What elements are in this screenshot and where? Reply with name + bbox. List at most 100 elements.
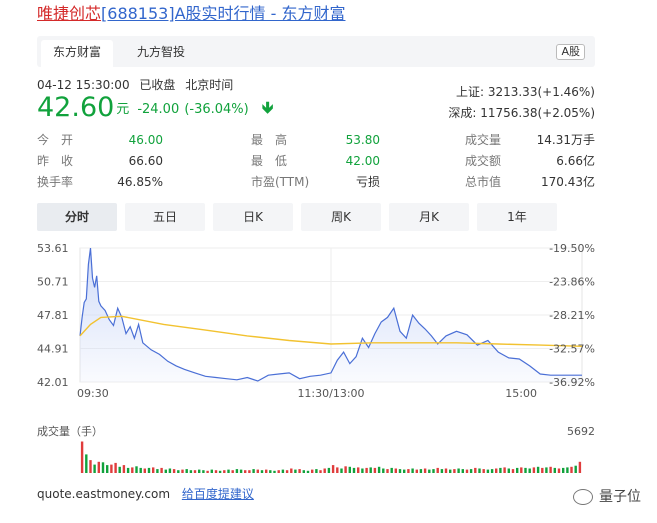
watermark-text: 量子位	[599, 489, 641, 505]
volume-bar	[352, 467, 356, 473]
stat-amount-label: 成交额	[465, 154, 502, 168]
stats-grid: 今 开 46.00 最 高 53.80 成交量 14.31万手 昨 收 66.6…	[37, 130, 595, 193]
stats-row: 昨 收 66.60 最 低 42.00 成交额 6.66亿	[37, 151, 595, 172]
feedback-link[interactable]: 给百度提建议	[182, 487, 254, 501]
volume-bar	[160, 467, 163, 473]
volume-bar	[478, 468, 481, 473]
price-change: -24.00	[137, 102, 180, 117]
timezone-label: 北京时间	[185, 78, 234, 92]
period-tab-monthly[interactable]: 月K	[389, 203, 469, 231]
volume-bar	[553, 467, 556, 473]
volume-bar	[202, 470, 205, 473]
y-tick-label: 50.71	[37, 276, 69, 289]
volume-bar	[114, 462, 117, 473]
volume-bar	[147, 467, 151, 473]
volume-bar	[365, 467, 368, 473]
stat-low-value: 42.00	[345, 154, 380, 168]
volume-bar	[415, 469, 418, 473]
volume-bar	[110, 464, 113, 473]
index-shanghai[interactable]: 上证: 3213.33(+1.46%)	[456, 83, 595, 100]
price-unit: 元	[116, 102, 130, 117]
volume-bar	[407, 469, 410, 473]
page-title[interactable]: 唯捷创芯[688153]A股实时行情 - 东方财富	[37, 4, 345, 24]
quote-timeline: 04-12 15:30:00 已收盘 北京时间	[37, 76, 239, 93]
volume-bar	[323, 468, 326, 473]
volume-bar	[85, 454, 88, 473]
volume-bar	[281, 469, 285, 473]
volume-bar	[101, 462, 105, 473]
y-tick-label: 53.61	[37, 242, 69, 255]
volume-bar	[331, 465, 335, 473]
stat-volume-label: 成交量	[465, 133, 502, 147]
tab-eastmoney[interactable]: 东方财富	[41, 40, 114, 67]
volume-bar	[218, 470, 222, 473]
volume-bar	[298, 469, 301, 473]
stat-prevclose-value: 66.60	[128, 154, 163, 168]
index-sz-label: 深成:	[448, 106, 477, 120]
volume-max-label: 5692	[567, 425, 595, 438]
arrow-down-icon: 🡻	[261, 98, 274, 117]
volume-bar	[256, 469, 259, 473]
stat-open-label: 今 开	[37, 133, 74, 147]
volume-bar	[423, 468, 427, 473]
volume-bar	[574, 465, 577, 473]
volume-bar	[528, 468, 531, 473]
volume-bar	[453, 469, 456, 473]
y-tick-label: 44.91	[37, 343, 69, 356]
volume-bar	[198, 469, 201, 473]
volume-bar	[482, 469, 485, 473]
y-tick-label: 42.01	[37, 376, 69, 389]
stock-name-link[interactable]: 唯捷创芯	[37, 4, 101, 23]
volume-bar	[357, 467, 360, 473]
y-tick-label: 47.81	[37, 309, 69, 322]
stock-code-link[interactable]: [688153]A股实时行情 - 东方财富	[101, 4, 345, 23]
volume-bar	[306, 470, 310, 473]
volume-bar	[507, 468, 510, 473]
index-sz-value: 11756.38(+2.05%)	[480, 106, 595, 120]
volume-bar	[223, 470, 226, 473]
volume-bar	[269, 470, 272, 473]
volume-bar	[168, 468, 172, 473]
intraday-chart[interactable]: 53.61 -19.50% 50.71 -23.86% 47.81 -28.21% 44.9…	[0, 233, 657, 483]
volume-bar	[265, 469, 268, 473]
stat-mktcap-value: 170.43亿	[541, 175, 595, 189]
volume-bar	[156, 469, 159, 473]
volume-bar	[277, 470, 280, 473]
volume-bar	[290, 468, 293, 473]
volume-bar	[516, 467, 519, 473]
volume-bar	[490, 469, 494, 473]
period-tab-1year[interactable]: 1年	[477, 203, 557, 231]
index-shenzhen[interactable]: 深成: 11756.38(+2.05%)	[448, 104, 595, 121]
volume-bar	[419, 469, 423, 473]
period-tab-daily[interactable]: 日K	[213, 203, 293, 231]
stat-low-label: 最 低	[251, 154, 288, 168]
volume-bar	[549, 466, 552, 473]
volume-bar	[541, 467, 544, 473]
pct-tick-label: -19.50%	[549, 242, 595, 255]
stat-amount-value: 6.66亿	[556, 154, 595, 168]
volume-bar	[164, 469, 167, 473]
tab-jiufang[interactable]: 九方智投	[125, 40, 197, 67]
volume-bar	[193, 470, 197, 473]
stat-high-label: 最 高	[251, 133, 288, 147]
period-tab-intraday[interactable]: 分时	[37, 203, 117, 231]
volume-bar	[511, 469, 515, 473]
volume-bar	[474, 467, 477, 473]
volume-bar	[449, 469, 452, 473]
index-sh-value: 3213.33(+1.46%)	[487, 85, 595, 99]
volume-bar	[369, 467, 372, 473]
pct-tick-label: -23.86%	[549, 276, 595, 289]
volume-bar	[461, 469, 464, 473]
period-tab-5day[interactable]: 五日	[125, 203, 205, 231]
volume-bar	[327, 467, 331, 473]
stat-pe-value: 亏损	[355, 175, 380, 189]
volume-bar	[373, 467, 377, 473]
volume-bar	[457, 468, 460, 473]
pct-tick-label: -32.57%	[549, 343, 595, 356]
volume-bar	[536, 466, 540, 473]
volume-bar	[382, 468, 385, 473]
volume-bar	[122, 465, 126, 473]
x-tick-label: 15:00	[505, 387, 537, 400]
volume-bar	[239, 469, 243, 473]
period-tab-weekly[interactable]: 周K	[301, 203, 381, 231]
